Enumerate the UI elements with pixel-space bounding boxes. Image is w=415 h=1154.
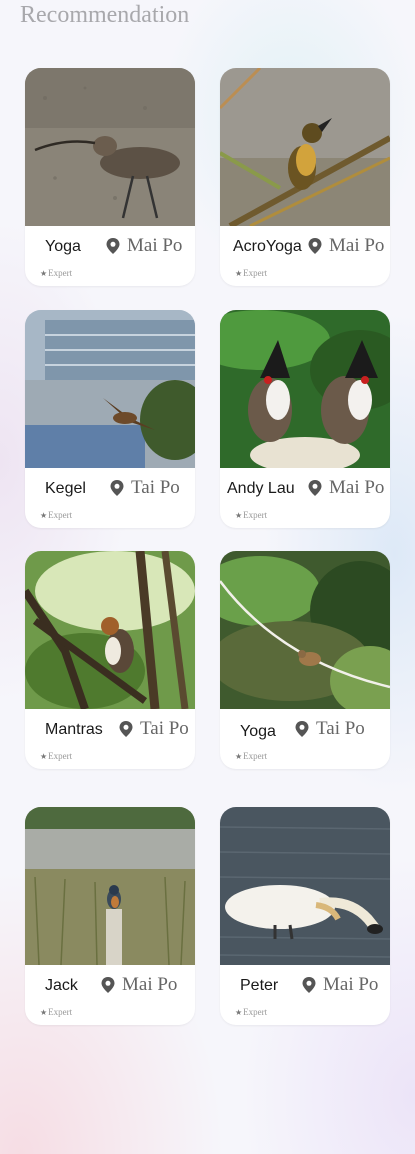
card-title: Yoga [45, 238, 81, 255]
location-label: Tai Po [131, 477, 180, 498]
star-icon: ★ [40, 268, 48, 278]
star-icon: ★ [235, 1007, 243, 1017]
skill-level: ★ Expert [235, 510, 267, 520]
bird-photo [220, 310, 390, 468]
skill-level-label: Expert [48, 510, 73, 520]
card-location: Mai Po [307, 477, 384, 499]
recommendation-card[interactable]: Yoga Tai Po ★ Expert [220, 551, 390, 769]
skill-level-label: Expert [243, 268, 268, 278]
location-label: Mai Po [323, 974, 379, 995]
location-label: Tai Po [316, 718, 365, 739]
skill-level: ★ Expert [235, 268, 267, 278]
location-pin-icon [110, 480, 124, 496]
recommendation-grid: Yoga Mai Po ★ Expert AcroYoga Mai Po ★ E… [0, 0, 415, 1154]
location-label: Mai Po [127, 235, 183, 256]
location-label: Mai Po [122, 974, 178, 995]
recommendation-card[interactable]: Peter Mai Po ★ Expert [220, 807, 390, 1025]
location-label: Mai Po [329, 235, 385, 256]
star-icon: ★ [40, 1007, 48, 1017]
bird-photo [220, 68, 390, 226]
bird-photo [25, 68, 195, 226]
skill-level-label: Expert [243, 1007, 268, 1017]
bird-photo [25, 551, 195, 709]
bird-photo [25, 310, 195, 468]
recommendation-card[interactable]: Kegel Tai Po ★ Expert [25, 310, 195, 528]
star-icon: ★ [235, 751, 243, 761]
card-location: Mai Po [307, 235, 384, 257]
skill-level: ★ Expert [40, 1007, 72, 1017]
card-title: Peter [240, 977, 279, 994]
bird-photo [220, 551, 390, 709]
skill-level: ★ Expert [40, 751, 72, 761]
card-title: Mantras [45, 721, 103, 738]
location-pin-icon [295, 721, 309, 737]
location-pin-icon [308, 480, 322, 496]
card-location: Tai Po [294, 718, 365, 740]
skill-level: ★ Expert [235, 751, 267, 761]
card-location: Mai Po [100, 974, 177, 996]
skill-level-label: Expert [48, 1007, 73, 1017]
location-pin-icon [308, 238, 322, 254]
card-title: AcroYoga [233, 238, 302, 255]
location-pin-icon [101, 977, 115, 993]
card-location: Tai Po [118, 718, 189, 740]
skill-level: ★ Expert [40, 268, 72, 278]
star-icon: ★ [40, 751, 48, 761]
star-icon: ★ [235, 510, 243, 520]
recommendation-card[interactable]: AcroYoga Mai Po ★ Expert [220, 68, 390, 286]
star-icon: ★ [235, 268, 243, 278]
skill-level-label: Expert [48, 751, 73, 761]
location-pin-icon [302, 977, 316, 993]
skill-level-label: Expert [243, 510, 268, 520]
skill-level-label: Expert [48, 268, 73, 278]
location-pin-icon [119, 721, 133, 737]
card-title: Andy Lau [227, 480, 295, 497]
card-location: Tai Po [109, 477, 180, 499]
card-title: Kegel [45, 480, 86, 497]
skill-level: ★ Expert [235, 1007, 267, 1017]
skill-level: ★ Expert [40, 510, 72, 520]
card-title: Jack [45, 977, 78, 994]
location-pin-icon [106, 238, 120, 254]
location-label: Mai Po [329, 477, 385, 498]
recommendation-card[interactable]: Yoga Mai Po ★ Expert [25, 68, 195, 286]
location-label: Tai Po [140, 718, 189, 739]
card-location: Mai Po [105, 235, 182, 257]
recommendation-card[interactable]: Jack Mai Po ★ Expert [25, 807, 195, 1025]
skill-level-label: Expert [243, 751, 268, 761]
bird-photo [25, 807, 195, 965]
star-icon: ★ [40, 510, 48, 520]
recommendation-card[interactable]: Mantras Tai Po ★ Expert [25, 551, 195, 769]
recommendation-card[interactable]: Andy Lau Mai Po ★ Expert [220, 310, 390, 528]
card-title: Yoga [240, 723, 276, 740]
card-location: Mai Po [301, 974, 378, 996]
bird-photo [220, 807, 390, 965]
